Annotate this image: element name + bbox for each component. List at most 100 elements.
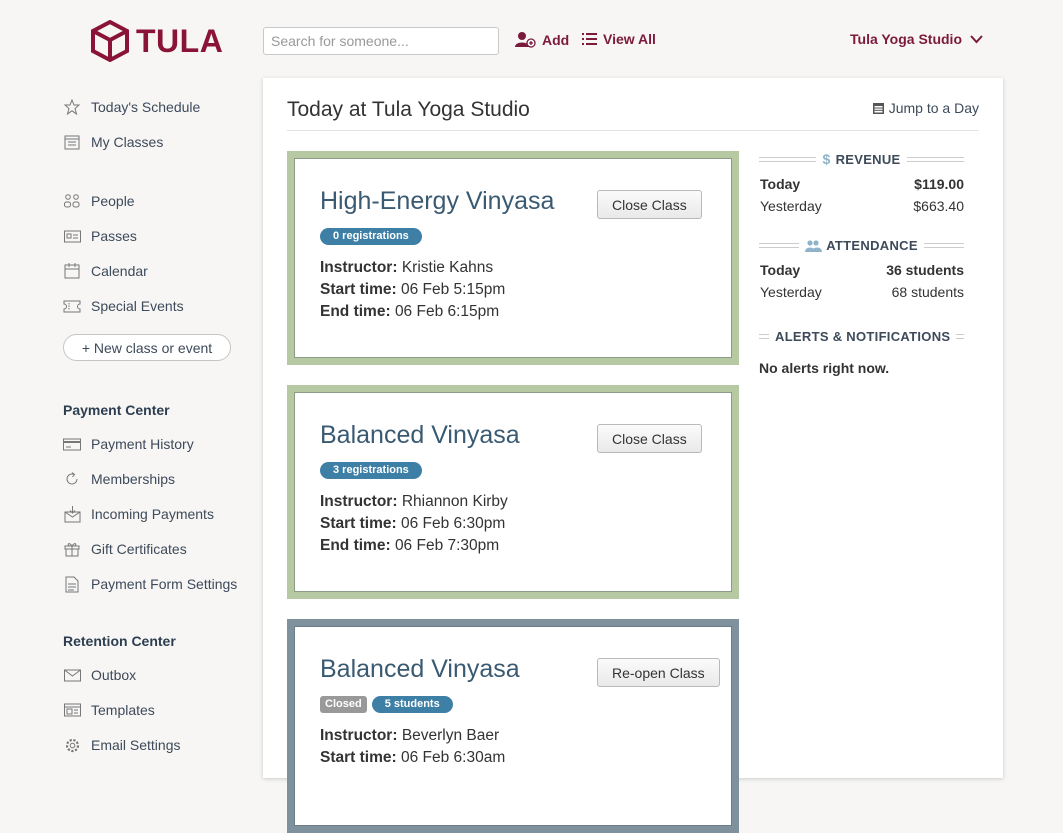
class-badges: Closed 5 students bbox=[320, 696, 458, 713]
attendance-today-value: 36 students bbox=[886, 262, 964, 278]
sidebar-item-outbox[interactable]: Outbox bbox=[63, 666, 136, 684]
jump-to-day-label: Jump to a Day bbox=[888, 100, 979, 116]
revenue-today-value: $119.00 bbox=[914, 176, 964, 192]
sidebar-item-people[interactable]: People bbox=[63, 192, 135, 210]
end-time: 06 Feb 6:15pm bbox=[394, 303, 500, 320]
tula-logo-icon bbox=[91, 20, 129, 62]
template-icon bbox=[63, 701, 81, 719]
document-icon bbox=[63, 575, 81, 593]
calendar-icon bbox=[63, 262, 81, 280]
closed-badge: Closed bbox=[320, 696, 367, 713]
people-icon bbox=[63, 192, 81, 210]
heading-rule bbox=[759, 243, 800, 248]
refresh-icon bbox=[63, 470, 81, 488]
sidebar-item-label: Memberships bbox=[91, 471, 176, 487]
title-divider bbox=[287, 130, 979, 131]
sidebar-item-label: My Classes bbox=[91, 134, 164, 150]
end-time: 06 Feb 7:30pm bbox=[394, 537, 500, 554]
revenue-heading-label: REVENUE bbox=[835, 151, 901, 167]
heading-rule bbox=[923, 243, 964, 248]
instructor-name: Beverlyn Baer bbox=[401, 727, 500, 744]
sidebar-item-label: Outbox bbox=[91, 667, 137, 683]
instructor-name: Rhiannon Kirby bbox=[401, 493, 508, 510]
students-badge: 5 students bbox=[371, 696, 453, 713]
payment-center-heading: Payment Center bbox=[63, 402, 170, 418]
sidebar-item-my-classes[interactable]: My Classes bbox=[63, 133, 163, 151]
attendance-heading-label: ATTENDANCE bbox=[826, 238, 918, 253]
chevron-down-icon bbox=[970, 34, 983, 43]
class-details: Instructor: Rhiannon Kirby Start time: 0… bbox=[320, 491, 508, 557]
sidebar-item-passes[interactable]: Passes bbox=[63, 227, 137, 245]
close-class-button[interactable]: Close Class bbox=[597, 190, 702, 219]
registrations-badge: 0 registrations bbox=[320, 228, 422, 245]
heading-rule bbox=[759, 334, 769, 339]
class-card-closed: Balanced Vinyasa Re-open Class Closed 5 … bbox=[287, 619, 739, 833]
sidebar-item-payment-history[interactable]: Payment History bbox=[63, 435, 194, 453]
class-title[interactable]: Balanced Vinyasa bbox=[320, 655, 520, 684]
end-time-label: End time: bbox=[320, 303, 391, 320]
sidebar-item-label: Special Events bbox=[91, 298, 184, 314]
revenue-today-label: Today bbox=[760, 176, 801, 192]
no-alerts-text: No alerts right now. bbox=[759, 360, 890, 376]
close-class-button[interactable]: Close Class bbox=[597, 424, 702, 453]
view-all-link[interactable]: View All bbox=[582, 31, 656, 47]
instructor-name: Kristie Kahns bbox=[401, 259, 494, 276]
sidebar-item-templates[interactable]: Templates bbox=[63, 701, 155, 719]
new-class-or-event-button[interactable]: + New class or event bbox=[63, 334, 231, 361]
sidebar-item-label: Today's Schedule bbox=[91, 99, 201, 115]
attendance-row-yesterday: Yesterday 68 students bbox=[759, 281, 964, 303]
class-details: Instructor: Kristie Kahns Start time: 06… bbox=[320, 257, 505, 323]
jump-to-day-link[interactable]: Jump to a Day bbox=[872, 100, 979, 116]
sidebar-item-email-settings[interactable]: Email Settings bbox=[63, 736, 180, 754]
studio-name: Tula Yoga Studio bbox=[850, 31, 962, 47]
revenue-yesterday-value: $663.40 bbox=[913, 198, 964, 214]
sidebar-item-label: Gift Certificates bbox=[91, 541, 187, 557]
sidebar-item-payment-form-settings[interactable]: Payment Form Settings bbox=[63, 575, 237, 593]
tula-logo[interactable]: TULA bbox=[90, 20, 223, 62]
heading-rule bbox=[956, 334, 964, 339]
heading-rule bbox=[759, 156, 817, 162]
class-details: Instructor: Beverlyn Baer Start time: 06… bbox=[320, 725, 505, 769]
list-icon bbox=[582, 33, 597, 45]
class-card-body: Balanced Vinyasa Re-open Class Closed 5 … bbox=[294, 626, 732, 826]
sidebar-item-special-events[interactable]: Special Events bbox=[63, 297, 184, 315]
sidebar-item-memberships[interactable]: Memberships bbox=[63, 470, 175, 488]
alerts-heading: ALERTS & NOTIFICATIONS bbox=[759, 329, 964, 344]
sidebar-item-label: Payment Form Settings bbox=[91, 576, 238, 592]
attendance-today-label: Today bbox=[760, 262, 801, 278]
sidebar-item-incoming-payments[interactable]: Incoming Payments bbox=[63, 505, 214, 523]
revenue-heading: $ REVENUE bbox=[759, 151, 965, 167]
class-title[interactable]: Balanced Vinyasa bbox=[320, 421, 520, 450]
start-time: 06 Feb 6:30am bbox=[400, 749, 506, 766]
id-card-icon bbox=[63, 227, 81, 245]
attendance-yesterday-label: Yesterday bbox=[760, 284, 822, 300]
ticket-icon bbox=[63, 297, 81, 315]
sidebar-item-label: Templates bbox=[91, 702, 155, 718]
sidebar-item-calendar[interactable]: Calendar bbox=[63, 262, 148, 280]
sidebar-item-label: Payment History bbox=[91, 436, 194, 452]
credit-card-icon bbox=[63, 435, 81, 453]
retention-center-heading: Retention Center bbox=[63, 633, 176, 649]
calendar-list-icon bbox=[63, 133, 81, 151]
reopen-class-button[interactable]: Re-open Class bbox=[597, 658, 720, 687]
class-title[interactable]: High-Energy Vinyasa bbox=[320, 187, 554, 216]
view-all-label: View All bbox=[603, 31, 656, 47]
sidebar-item-todays-schedule[interactable]: Today's Schedule bbox=[63, 98, 200, 116]
studio-selector[interactable]: Tula Yoga Studio bbox=[850, 31, 983, 47]
sidebar-item-gift-certificates[interactable]: Gift Certificates bbox=[63, 540, 187, 558]
revenue-yesterday-label: Yesterday bbox=[760, 198, 822, 214]
sidebar-item-label: Passes bbox=[91, 228, 137, 244]
gift-icon bbox=[63, 540, 81, 558]
class-card-body: High-Energy Vinyasa Close Class 0 regist… bbox=[294, 158, 732, 358]
add-label: Add bbox=[542, 31, 570, 48]
instructor-label: Instructor: bbox=[320, 493, 398, 510]
class-badges: 0 registrations bbox=[320, 228, 427, 245]
attendance-row-today: Today 36 students bbox=[759, 259, 964, 281]
users-icon bbox=[805, 239, 823, 252]
add-link[interactable]: Add bbox=[515, 31, 569, 48]
class-badges: 3 registrations bbox=[320, 462, 427, 479]
search-input[interactable] bbox=[263, 27, 499, 55]
class-card: High-Energy Vinyasa Close Class 0 regist… bbox=[287, 151, 739, 365]
class-card: Balanced Vinyasa Close Class 3 registrat… bbox=[287, 385, 739, 599]
stats-panel: $ REVENUE Today $119.00 Yesterday $663.4… bbox=[759, 151, 965, 376]
